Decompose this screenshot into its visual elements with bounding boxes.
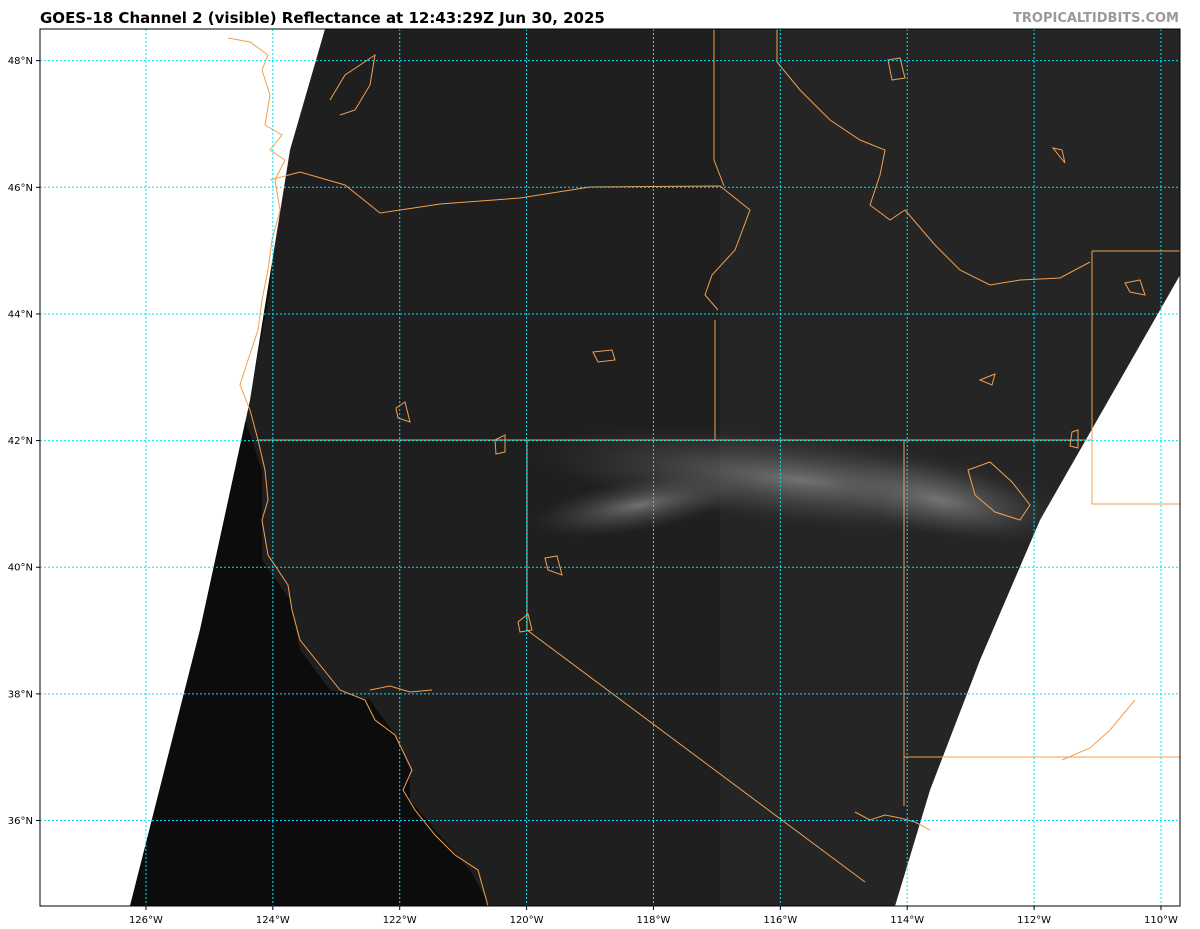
- longitude-label: 120°W: [510, 915, 544, 926]
- source-credit: TROPICALTIDBITS.COM: [1013, 11, 1179, 26]
- latitude-label: 44°N: [8, 309, 33, 320]
- longitude-label: 116°W: [763, 915, 797, 926]
- longitude-label: 110°W: [1144, 915, 1178, 926]
- latitude-label: 36°N: [8, 816, 33, 827]
- longitude-label: 124°W: [256, 915, 290, 926]
- latitude-label: 40°N: [8, 563, 33, 574]
- satellite-map: 126°W 124°W 122°W 120°W 118°W 116°W 114°W 112°W…: [8, 28, 1181, 926]
- latitude-label: 42°N: [8, 436, 33, 447]
- longitude-label: 122°W: [383, 915, 417, 926]
- longitude-label: 112°W: [1017, 915, 1051, 926]
- longitude-label: 114°W: [890, 915, 924, 926]
- longitude-label: 118°W: [636, 915, 670, 926]
- longitude-label: 126°W: [129, 915, 163, 926]
- latitude-label: 38°N: [8, 689, 33, 700]
- latitude-label: 46°N: [8, 183, 33, 194]
- map-title: GOES-18 Channel 2 (visible) Reflectance …: [40, 9, 605, 27]
- latitude-label: 48°N: [8, 56, 33, 67]
